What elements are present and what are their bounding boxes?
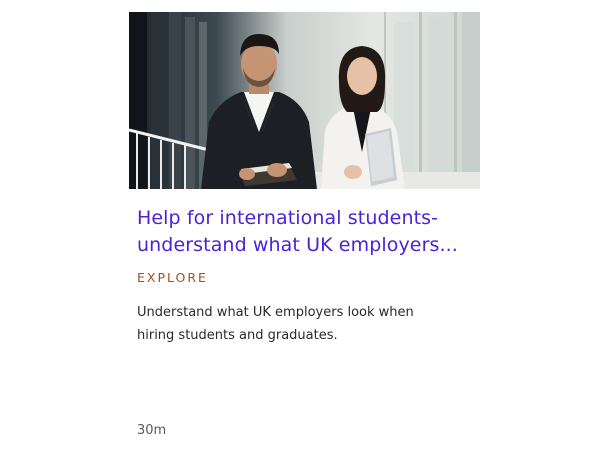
duration-label: 30m xyxy=(137,423,167,438)
card-description: Understand what UK employers look when h… xyxy=(137,305,414,343)
card-image[interactable] xyxy=(129,12,480,189)
card-title[interactable]: Help for international students- underst… xyxy=(137,205,473,259)
course-card[interactable]: Help for international students- underst… xyxy=(129,12,480,444)
explore-tag[interactable]: EXPLORE xyxy=(137,270,208,285)
